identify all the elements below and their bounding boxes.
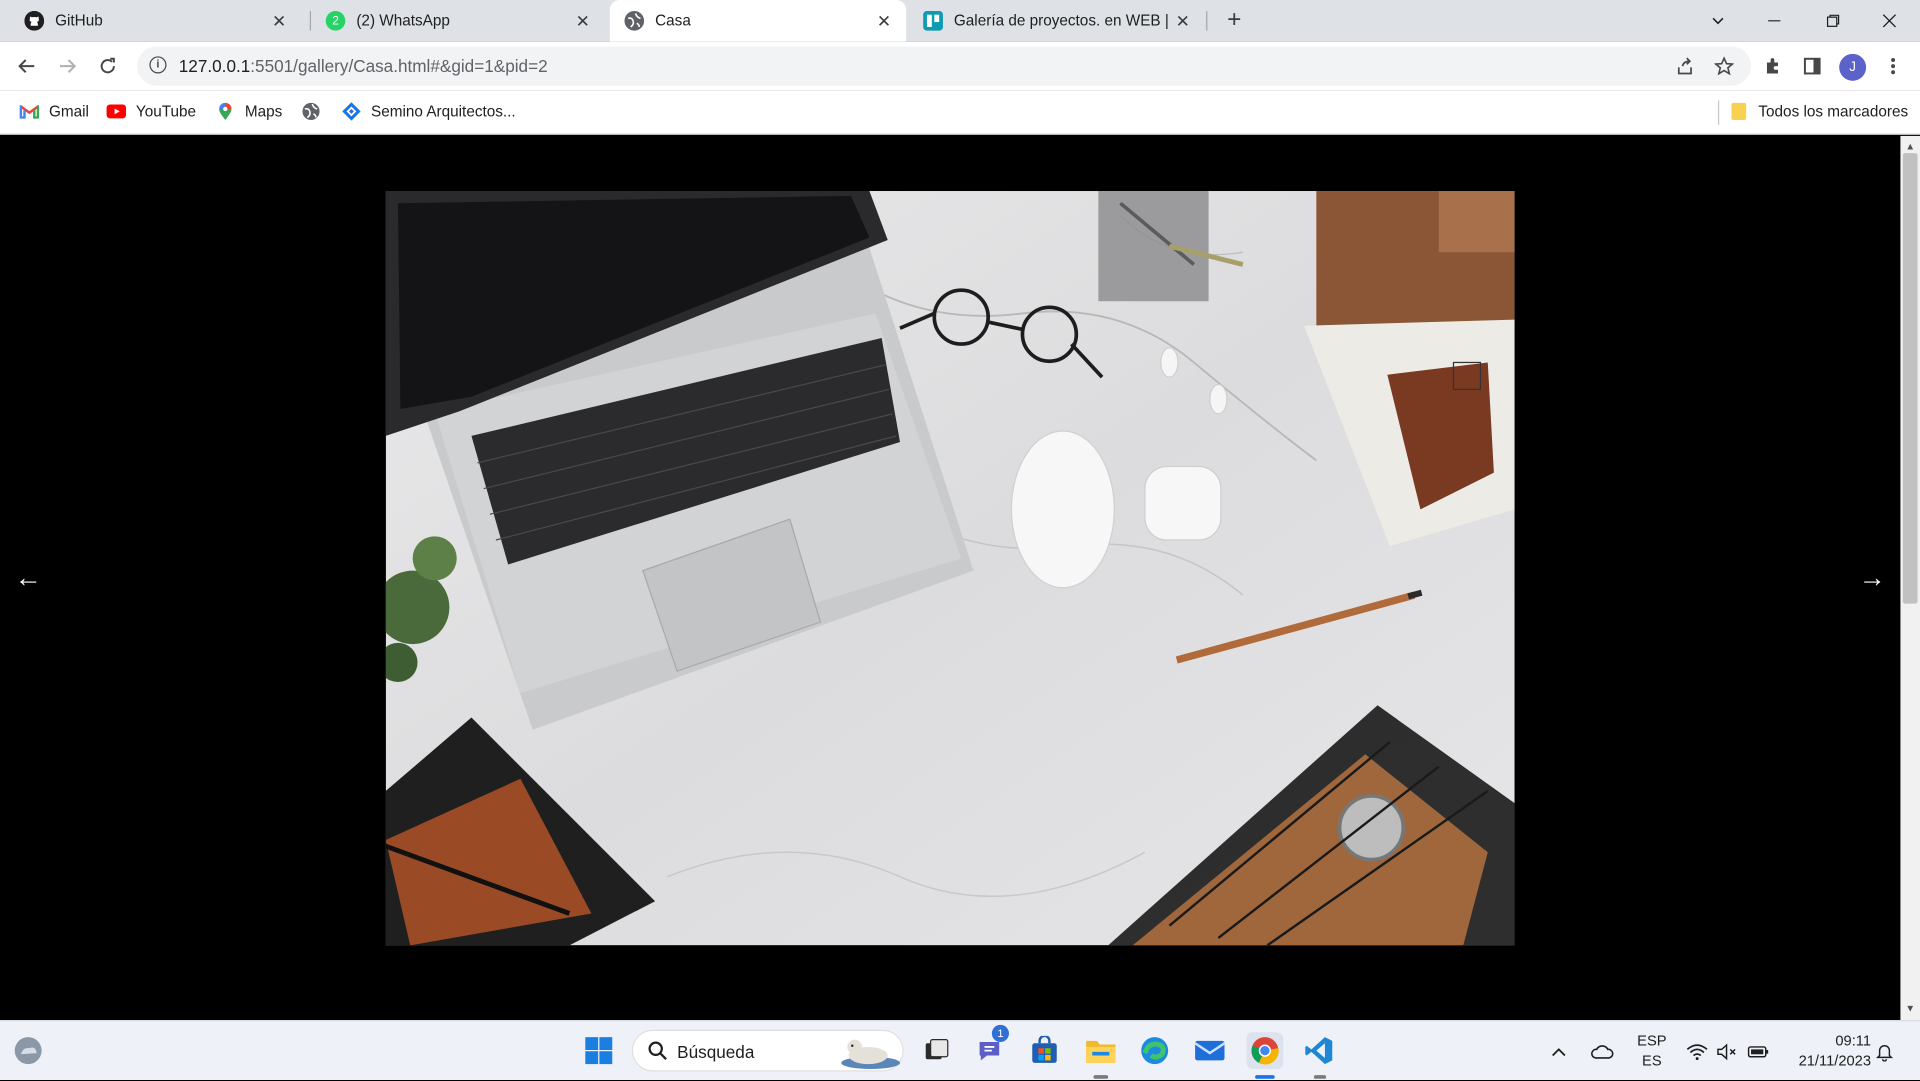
tab-divider (1206, 11, 1208, 31)
clock-time: 09:11 (1835, 1032, 1872, 1050)
search-icon (648, 1041, 668, 1067)
running-indicator (1093, 1075, 1109, 1079)
file-explorer-icon[interactable] (1082, 1032, 1119, 1069)
gallery-photo-desk (385, 191, 1515, 946)
extensions-puzzle-icon[interactable] (1758, 51, 1787, 80)
bookmark-label: Gmail (48, 102, 89, 121)
gallery-next-arrow[interactable]: → (1859, 562, 1886, 594)
tab-strip: GitHub ✕ 2 (2) WhatsApp ✕ Casa ✕ Galería… (0, 0, 1920, 42)
notification-badge: 1 (991, 1024, 1009, 1043)
gallery-viewer: ← → (0, 135, 1901, 1021)
windows-taskbar: Búsqueda 1 ESP ES 09:11 21/11/2023 (0, 1020, 1920, 1081)
folder-icon (1729, 102, 1749, 122)
tab-github[interactable]: GitHub ✕ (10, 0, 301, 42)
url-path: :5501/gallery/Casa.html#&gid=1&pid=2 (250, 56, 548, 76)
gmail-icon (19, 102, 40, 122)
bookmark-gmail[interactable]: Gmail (19, 102, 89, 122)
gallery-prev-arrow[interactable]: ← (15, 562, 42, 594)
url-text: 127.0.0.1:5501/gallery/Casa.html#&gid=1&… (179, 56, 548, 76)
input-language-indicator[interactable]: ESP ES (1636, 1031, 1668, 1070)
running-indicator (1313, 1075, 1327, 1079)
bookmark-label: YouTube (135, 102, 197, 121)
page-scrollbar[interactable]: ▲ ▼ (1900, 135, 1920, 1021)
bookmark-label: Todos los marcadores (1758, 102, 1909, 121)
edge-browser-icon[interactable] (1136, 1032, 1173, 1069)
bookmark-maps[interactable]: Maps (216, 102, 283, 122)
tray-overflow-chevron-icon[interactable] (1550, 1021, 1567, 1081)
bookmarks-divider (1717, 100, 1720, 125)
close-tab-icon[interactable]: ✕ (269, 10, 289, 31)
youtube-icon (106, 102, 127, 122)
system-clock[interactable]: 09:11 21/11/2023 (1783, 1031, 1871, 1070)
globe-icon (624, 11, 645, 31)
tab-title: Casa (655, 12, 691, 30)
battery-icon[interactable] (1747, 1021, 1769, 1081)
bookmark-youtube[interactable]: YouTube (106, 102, 197, 122)
active-indicator (1255, 1075, 1275, 1079)
scroll-down-icon[interactable]: ▼ (1905, 1003, 1915, 1014)
reload-icon[interactable] (91, 49, 125, 83)
share-icon[interactable] (1670, 51, 1699, 80)
vscode-icon[interactable] (1300, 1032, 1337, 1069)
side-panel-icon[interactable] (1798, 51, 1827, 80)
search-placeholder: Búsqueda (677, 1042, 755, 1062)
bookmark-semino[interactable]: Semino Arquitectos... (342, 102, 516, 122)
wifi-icon[interactable] (1686, 1021, 1708, 1081)
github-icon (24, 11, 45, 31)
bookmarks-bar: Gmail YouTube Maps Semino Arquitectos...… (0, 90, 1920, 135)
close-tab-icon[interactable]: ✕ (573, 10, 593, 31)
tab-title: Galería de proyectos. en WEB | T (953, 12, 1174, 30)
scrollbar-thumb[interactable] (1902, 153, 1918, 604)
close-tab-icon[interactable]: ✕ (874, 10, 894, 31)
taskbar-search-box[interactable]: Búsqueda (631, 1029, 904, 1072)
new-tab-button[interactable]: + (1220, 5, 1249, 34)
globe-icon (301, 102, 321, 122)
url-host: 127.0.0.1 (178, 56, 251, 76)
all-bookmarks-folder[interactable]: Todos los marcadores (1729, 102, 1908, 122)
onedrive-cloud-icon[interactable] (1589, 1021, 1614, 1081)
diamond-icon (342, 102, 362, 122)
tab-galeria[interactable]: Galería de proyectos. en WEB | T ✕ (909, 0, 1205, 42)
bookmark-label: Maps (244, 102, 283, 121)
notification-bell-icon[interactable] (1875, 1021, 1894, 1081)
address-bar[interactable]: i 127.0.0.1:5501/gallery/Casa.html#&gid=… (137, 46, 1752, 86)
mail-icon[interactable] (1191, 1032, 1228, 1069)
minimize-button[interactable] (1746, 0, 1802, 42)
whatsapp-icon: 2 (325, 11, 346, 31)
teams-chat-icon[interactable]: 1 (972, 1024, 1009, 1069)
profile-avatar[interactable]: J (1839, 53, 1867, 81)
back-arrow-icon[interactable] (10, 49, 44, 83)
bookmark-label: Semino Arquitectos... (371, 102, 516, 121)
widgets-weather-icon[interactable] (10, 1032, 47, 1069)
start-windows-icon[interactable] (580, 1032, 617, 1069)
search-highlight-seal-icon (839, 1033, 903, 1076)
browser-toolbar: i 127.0.0.1:5501/gallery/Casa.html#&gid=… (0, 41, 1920, 91)
chrome-browser-icon[interactable] (1246, 1032, 1284, 1069)
tab-title: (2) WhatsApp (356, 12, 450, 30)
microsoft-store-icon[interactable] (1026, 1032, 1063, 1069)
tab-whatsapp[interactable]: 2 (2) WhatsApp ✕ (311, 0, 605, 42)
maps-pin-icon (216, 102, 236, 122)
trello-icon (923, 11, 943, 31)
close-window-button[interactable] (1861, 0, 1917, 42)
keyboard-layout: ES (1642, 1051, 1662, 1069)
tab-casa[interactable]: Casa ✕ (609, 0, 907, 42)
site-info-icon[interactable]: i (149, 56, 167, 74)
volume-muted-icon[interactable] (1717, 1021, 1739, 1081)
bookmark-globe[interactable] (301, 102, 330, 122)
restore-button[interactable] (1805, 0, 1861, 42)
forward-arrow-icon[interactable] (50, 49, 84, 83)
bookmark-star-icon[interactable] (1709, 51, 1738, 80)
tab-title: GitHub (55, 12, 103, 30)
scroll-up-icon[interactable]: ▲ (1905, 141, 1915, 152)
task-view-icon[interactable] (918, 1032, 955, 1069)
language-code: ESP (1637, 1032, 1667, 1050)
tab-search-chevron-icon[interactable] (1690, 0, 1746, 42)
clock-date: 21/11/2023 (1798, 1051, 1872, 1069)
close-tab-icon[interactable]: ✕ (1173, 10, 1193, 31)
more-menu-icon[interactable] (1878, 51, 1907, 80)
